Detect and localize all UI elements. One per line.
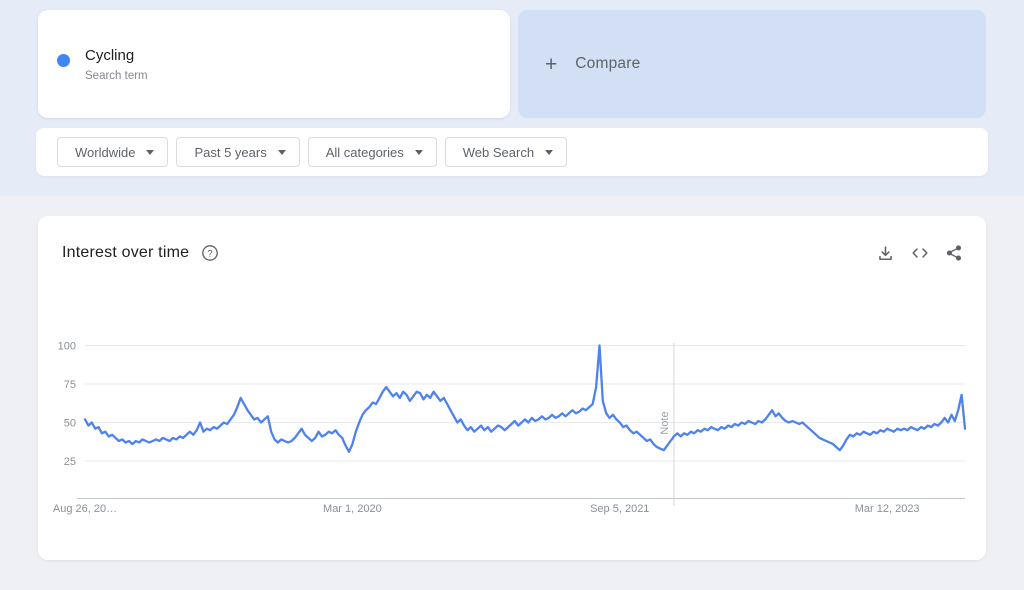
series-color-dot [57, 54, 70, 67]
plus-icon: + [545, 52, 558, 76]
filter-bar: Worldwide Past 5 years All categories We… [36, 128, 988, 176]
chart-actions [877, 245, 962, 262]
dropdown-caret-icon [545, 149, 554, 155]
chart-header: Interest over time ? [62, 244, 962, 262]
note-marker-label[interactable]: Note [659, 411, 671, 434]
compare-label: Compare [575, 55, 641, 72]
dropdown-caret-icon [146, 149, 155, 155]
help-icon[interactable]: ? [201, 244, 219, 262]
filter-searchtype-label: Web Search [462, 144, 535, 160]
y-tick-label: 100 [58, 341, 76, 353]
chart-title: Interest over time [62, 244, 190, 261]
filter-region-label: Worldwide [75, 144, 136, 160]
search-term-subtitle: Search term [85, 70, 148, 82]
x-tick-label: Mar 12, 2023 [855, 503, 920, 515]
trend-line-cycling [83, 344, 967, 453]
x-tick-label: Mar 1, 2020 [323, 503, 382, 515]
interest-over-time-card: Interest over time ? 25 50 75 100 Note A… [38, 216, 986, 560]
download-icon[interactable] [877, 245, 894, 262]
search-term-card[interactable]: Cycling Search term [38, 10, 510, 118]
x-tick-label: Aug 26, 20… [53, 503, 117, 515]
svg-text:?: ? [208, 249, 213, 260]
filter-category-label: All categories [325, 144, 404, 160]
filter-timerange-dropdown[interactable]: Past 5 years [176, 137, 300, 167]
embed-icon[interactable] [911, 245, 929, 261]
filter-category-dropdown[interactable]: All categories [307, 137, 437, 167]
filter-region-dropdown[interactable]: Worldwide [57, 137, 169, 167]
interest-over-time-chart: 25 50 75 100 Note Aug 26, 20… Mar 1, 2020 Sep 5… [53, 341, 967, 515]
filter-searchtype-dropdown[interactable]: Web Search [444, 137, 568, 167]
dropdown-caret-icon [277, 149, 286, 155]
x-tick-label: Sep 5, 2021 [590, 503, 649, 515]
dropdown-caret-icon [414, 149, 423, 155]
compare-card[interactable]: + Compare [518, 10, 986, 118]
search-term-title: Cycling [85, 47, 135, 64]
y-tick-label: 75 [64, 379, 76, 391]
filter-timerange-label: Past 5 years [194, 144, 267, 160]
y-tick-label: 50 [64, 418, 76, 430]
share-icon[interactable] [946, 245, 962, 261]
y-tick-label: 25 [64, 456, 76, 468]
